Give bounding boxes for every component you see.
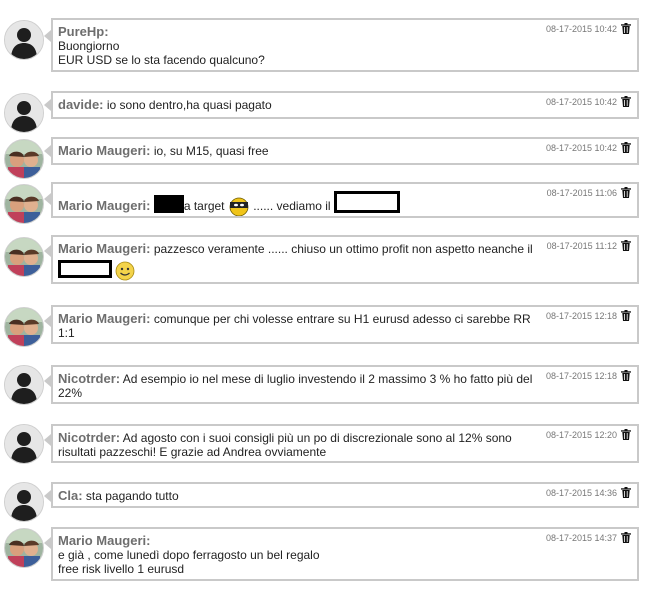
message-bubble: davide: io sono dentro,ha quasi pagato 0… [51,91,639,119]
message-bubble: Mario Maugeri: io, su M15, quasi free 08… [51,137,639,165]
trash-icon[interactable] [621,240,631,251]
person-silhouette-icon [5,94,43,132]
message-date: 08-17-2015 10:42 [545,143,617,153]
message-author[interactable]: Cla: [58,488,83,503]
message-bubble: Mario Maugeri: e già , come lunedì dopo … [51,527,639,581]
message-author[interactable]: Mario Maugeri: [58,198,150,213]
message-meta: 08-17-2015 12:18 [546,370,631,381]
message-text: a target [183,199,225,213]
trash-icon[interactable] [621,142,631,153]
message-bubble: Nicotrder: Ad esempio io nel mese di lug… [51,365,639,404]
trash-icon[interactable] [621,187,631,198]
message-author[interactable]: Nicotrder: [58,430,120,445]
message-meta: 08-17-2015 10:42 [546,142,631,153]
message-date: 08-17-2015 10:42 [545,97,617,107]
user-photo [5,185,43,223]
message-text: ...... vediamo il [253,199,331,213]
person-silhouette-icon [5,425,43,463]
avatar [4,307,44,347]
user-photo [5,308,43,346]
message-date: 08-17-2015 11:12 [546,241,617,251]
message-date: 08-17-2015 12:18 [545,371,617,381]
message-meta: 08-17-2015 11:06 [547,187,631,198]
redacted-block [58,260,112,278]
avatar [4,20,44,60]
message-meta: 08-17-2015 12:20 [546,429,631,440]
message-date: 08-17-2015 12:20 [545,430,617,440]
message-bubble: Mario Maugeri: a target ...... vediamo i… [51,182,639,218]
user-photo [5,529,43,567]
message-meta: 08-17-2015 14:37 [546,532,631,543]
message-text-line: EUR USD se lo sta facendo qualcuno? [58,53,265,67]
person-silhouette-icon [5,483,43,521]
trash-icon[interactable] [621,96,631,107]
trash-icon[interactable] [621,370,631,381]
message-meta: 08-17-2015 10:42 [546,23,631,34]
message-text: pazzesco veramente ...... chiuso un otti… [153,242,533,256]
message-text: io, su M15, quasi free [153,144,269,158]
avatar [4,93,44,133]
avatar [4,237,44,277]
user-photo [5,140,43,178]
message-bubble: Cla: sta pagando tutto 08-17-2015 14:36 [51,482,639,508]
message-bubble: Mario Maugeri: comunque per chi volesse … [51,305,639,344]
message-text: io sono dentro,ha quasi pagato [106,98,272,112]
avatar [4,482,44,522]
message-author[interactable]: Nicotrder: [58,371,120,386]
message-bubble: Nicotrder: Ad agosto con i suoi consigli… [51,424,639,463]
message-author[interactable]: Mario Maugeri: [58,143,150,158]
person-silhouette-icon [5,366,43,404]
message-text-line: e già , come lunedì dopo ferragosto un b… [58,548,320,562]
message-meta: 08-17-2015 10:42 [546,96,631,107]
message-text: sta pagando tutto [85,489,179,503]
message-text-line: free risk livello 1 eurusd [58,562,185,576]
message-meta: 08-17-2015 12:18 [546,310,631,321]
avatar [4,424,44,464]
person-silhouette-icon [5,21,43,59]
trash-icon[interactable] [621,23,631,34]
message-date: 08-17-2015 14:37 [545,533,617,543]
message-text-line: Buongiorno [58,39,120,53]
message-date: 08-17-2015 10:42 [545,24,617,34]
avatar [4,139,44,179]
redacted-block [153,195,184,213]
redacted-block [333,191,400,213]
trash-icon[interactable] [621,310,631,321]
avatar [4,184,44,224]
message-text: Ad esempio io nel mese di luglio investe… [58,372,533,400]
avatar [4,528,44,568]
trash-icon[interactable] [621,487,631,498]
message-meta: 08-17-2015 11:12 [547,240,631,251]
message-date: 08-17-2015 12:18 [545,311,617,321]
avatar [4,365,44,405]
trash-icon[interactable] [621,429,631,440]
ninja-emoji-icon [229,197,249,216]
message-bubble: PureHp: Buongiorno EUR USD se lo sta fac… [51,18,639,72]
message-bubble: Mario Maugeri: pazzesco veramente ......… [51,235,639,284]
message-date: 08-17-2015 11:06 [546,188,617,198]
smile-emoji-icon [115,261,135,281]
message-author[interactable]: davide: [58,97,104,112]
trash-icon[interactable] [621,532,631,543]
user-photo [5,238,43,276]
message-author[interactable]: Mario Maugeri: [58,311,150,326]
message-meta: 08-17-2015 14:36 [546,487,631,498]
message-date: 08-17-2015 14:36 [545,488,617,498]
message-text: Ad agosto con i suoi consigli più un po … [58,431,512,459]
message-author[interactable]: Mario Maugeri: [58,241,150,256]
